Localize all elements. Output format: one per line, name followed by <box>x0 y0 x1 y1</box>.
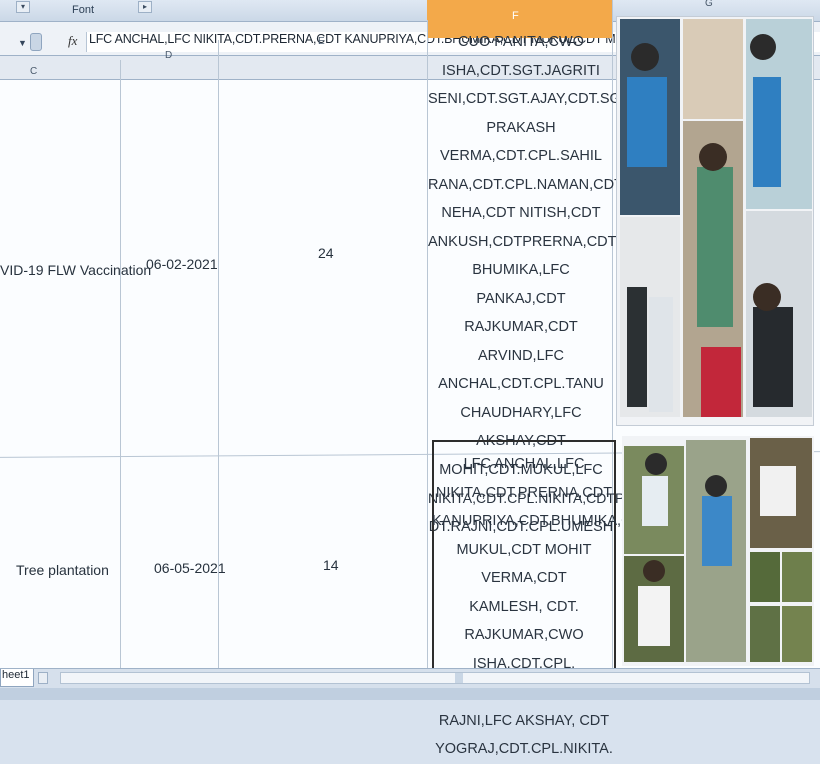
participant-line: RAJKUMAR,CDT ARVIND,LFC <box>464 319 578 364</box>
participant-line: KAMLESH, CDT. RAJKUMAR,CWO <box>464 598 584 644</box>
participant-line: LFC ANCHAL,LFC <box>463 456 585 472</box>
participant-line: NEHA,CDT NITISH,CDT <box>441 205 601 221</box>
cell-participants[interactable]: LFC ANCHAL,LFC NIKITA,CDT.PRERNA,CDT KAN… <box>432 450 651 764</box>
participant-line: YOGRAJ,CDT.CPL.NIKITA. <box>435 741 613 757</box>
cell-date[interactable]: 06-05-2021 <box>154 560 226 576</box>
column-header-g[interactable]: G <box>705 0 713 9</box>
horizontal-scrollbar[interactable] <box>60 672 810 684</box>
participant-line: PRAKASH VERMA,CDT.CPL.SAHIL <box>440 119 602 165</box>
participant-line: KANUPRIYA,CDT.BHUMIKA,CDT <box>432 513 651 529</box>
vaccination-photo-collage[interactable] <box>616 16 814 426</box>
cell-count[interactable]: 24 <box>318 245 334 261</box>
participant-line: MUKUL,CDT MOHIT VERMA,CDT <box>456 541 592 587</box>
participant-line: SENI,CDT.SGT.AJAY,CDT.SGT.JAI <box>428 91 654 107</box>
column-header-d[interactable]: D <box>165 50 172 61</box>
collage-image <box>624 438 812 662</box>
column-header-e[interactable]: E <box>318 36 325 47</box>
participant-line: RANA,CDT.CPL.NAMAN,CDT <box>428 176 623 193</box>
participant-line: BHUMIKA,LFC PANKAJ,CDT <box>472 262 570 307</box>
ribbon-scroll-icon[interactable]: ▾ <box>16 1 30 13</box>
font-dialog-launcher-icon[interactable]: ▸ <box>138 1 152 13</box>
participant-line: ANCHAL,CDT.CPL.TANU <box>438 376 604 392</box>
font-group-label: Font <box>72 4 95 16</box>
tree-plantation-photo-collage[interactable] <box>622 436 814 666</box>
participant-line: NIKITA,CDT.PRERNA,CDT <box>435 484 613 501</box>
cell-activity[interactable]: Tree plantation <box>16 562 109 578</box>
gridline <box>120 60 121 670</box>
cell-date[interactable]: 06-02-2021 <box>146 256 218 272</box>
participant-line: RAJNI,LFC AKSHAY, CDT <box>438 712 610 729</box>
participant-line: ISHA,CDT.SGT.JAGRITI <box>442 62 600 79</box>
participant-line: ANKUSH,CDTPRERNA,CDT <box>428 233 617 250</box>
insert-sheet-icon[interactable] <box>38 672 48 684</box>
participant-line: CUO PANITA,CWO <box>458 34 584 50</box>
formula-bar-expand-button[interactable] <box>30 33 42 51</box>
scrollbar-thumb[interactable] <box>455 673 463 683</box>
column-header-c[interactable]: C <box>30 66 37 77</box>
sheet-tab-sheet1[interactable]: heet1 <box>0 669 34 687</box>
namebox-dropdown-icon[interactable]: ▼ <box>18 38 27 48</box>
insert-function-icon[interactable]: fx <box>68 33 77 49</box>
status-bar <box>0 688 820 700</box>
column-header-f[interactable]: F <box>512 10 519 22</box>
cell-count[interactable]: 14 <box>323 557 339 573</box>
cell-activity[interactable]: VID-19 FLW Vaccination <box>0 262 151 278</box>
collage-image <box>620 19 812 417</box>
